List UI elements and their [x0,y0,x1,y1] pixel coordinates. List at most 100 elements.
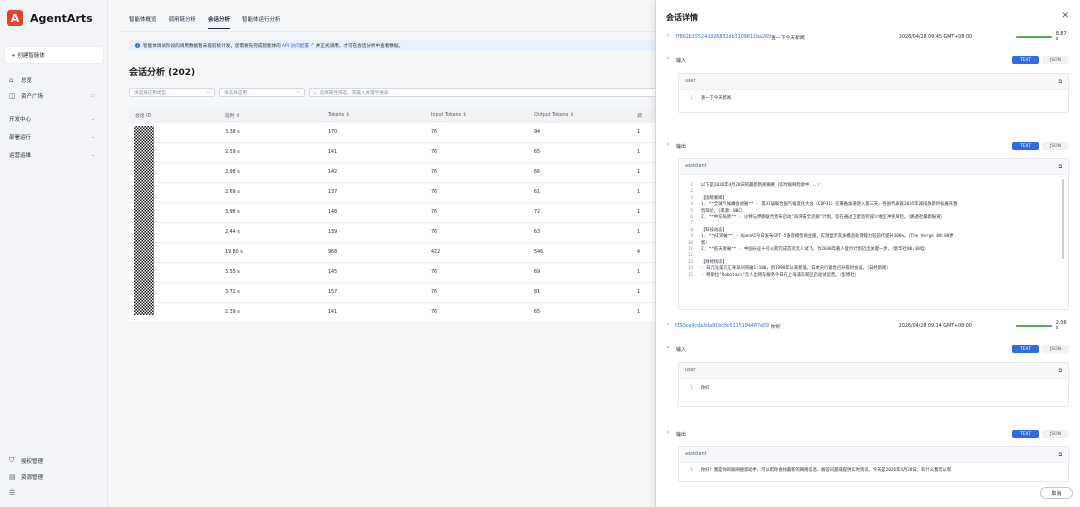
text-view-button[interactable]: TEXT [1012,142,1039,150]
table-cell: 2.44 s [225,230,240,235]
search-input[interactable]: ⌕ 选择属性筛选，或输入关键字搜索 [309,88,659,97]
json-view-button[interactable]: JSON [1042,430,1069,438]
tab-runtime-analysis[interactable]: 智能体运行分析 [242,15,281,29]
column-header-tokens[interactable]: Tokens ⇕ [324,113,427,118]
tab-overview[interactable]: 智能体概览 [129,15,157,29]
chevron-down-icon: ⌄ [206,90,210,95]
api-config-link[interactable]: API 访问配置 [282,43,309,49]
trace-id[interactable]: f393ca9cda3da91bc8c0115184487a59 [675,324,771,329]
text-view-button[interactable]: TEXT [1012,430,1039,438]
sidebar-item-deploy[interactable]: 部署运行 ⌄ [0,130,108,144]
chevron-up-icon: ⌃ [666,346,671,352]
create-agent-button[interactable]: + 创建智能体 [5,47,103,63]
divider [120,31,660,32]
table-cell: 141 [328,150,338,155]
app-type-select[interactable]: 请选择应用类型 ⌄ [129,88,215,97]
table-cell: 66 [534,170,541,175]
sidebar-item-asset-square[interactable]: ◫ 资产广场 ▭ [0,89,108,103]
output-section-header[interactable]: ⌃ 输出 TEXT JSON [666,140,1069,152]
trace-row[interactable]: ⌃ 7f862b155242326832db3109811ba269 查一下今天… [666,30,1069,44]
trace-id[interactable]: 7f862b155242326832db3109811ba269 [675,35,771,40]
notice-text: 智能体调试阶段的调用数据暂未提前统计发，您需要先完成智能体的 [143,43,281,49]
masked-session-ids [134,126,154,315]
input-section-header[interactable]: ⌃ 输入 TEXT JSON [666,343,1069,355]
table-cell: 76 [431,210,438,215]
sidebar-item-overview[interactable]: ⌂ 总览 [0,73,108,87]
sidebar-item-dev-center[interactable]: 开发中心 ⌄ [0,112,108,126]
copy-icon[interactable]: ⧉ [1059,452,1062,458]
grid-icon: ◫ [9,92,16,100]
table-row[interactable]: 3.96 s 148 76 72 1 [129,203,660,223]
cancel-button[interactable]: 取消 [1040,487,1073,499]
close-icon[interactable]: ✕ [1061,11,1069,21]
copy-icon[interactable]: ⧉ [1059,79,1062,85]
role-label: assistant [685,452,707,457]
input-section-header[interactable]: ⌃ 输入 TEXT JSON [666,54,1069,66]
table-row[interactable]: 3.55 s 145 76 69 1 [129,263,660,283]
role-label: assistant [685,164,707,169]
sidebar-item-resource[interactable]: ▤ 资源管理 [9,473,43,481]
copy-icon[interactable]: ⧉ [1059,368,1062,374]
tab-trace-analysis[interactable]: 调用链分析 [169,15,197,29]
table-cell: 76 [431,270,438,275]
notice-text: 并正式调用，才可在会话分析中查看数据。 [315,43,404,49]
column-header-output-tokens[interactable]: Output Tokens ⇕ [530,113,633,118]
table-cell: 63 [534,230,541,235]
output-section-header[interactable]: ⌃ 输出 TEXT JSON [666,428,1069,440]
trace-row[interactable]: ⌃ f393ca9cda3da91bc8c0115184487a59 你好 20… [666,319,1069,333]
table-row[interactable]: 2.44 s 139 76 63 1 [129,223,660,243]
column-header-latency[interactable]: 延时 ⇕ [221,112,324,119]
logo-icon: A [7,10,23,26]
table-cell: 81 [534,290,541,295]
app-select[interactable]: 请选择应用 ⌄ [219,88,305,97]
table-cell: 142 [328,170,338,175]
tab-session-analysis[interactable]: 会话分析 [208,15,231,29]
storage-icon: ▤ [9,473,16,481]
code-header: user ⧉ [679,74,1068,90]
table-cell: 76 [431,230,438,235]
monitor-icon: ▭ [90,93,95,99]
table-cell: 3.96 s [225,210,240,215]
collapse-menu-button[interactable]: ☰ [9,489,21,497]
chevron-up-icon: ⌃ [666,431,671,437]
output-code-box: assistant ⧉ 1 你好！我是你的联网搜索助手，可以帮你查找最新的网络信息… [678,446,1069,482]
sidebar-item-ops[interactable]: 运营运维 ⌄ [0,148,108,162]
table-cell: 76 [431,190,438,195]
table-row[interactable]: 3.38 s 170 76 94 1 [129,123,660,143]
trace-duration: 2.06 s [1055,321,1067,331]
table-cell: 137 [328,190,338,195]
drawer-title: 会话详情 [666,13,698,22]
scrollbar[interactable] [1062,179,1064,259]
table-row[interactable]: 2.59 s 141 76 65 1 [129,143,660,163]
table-row[interactable]: 2.69 s 137 76 61 1 [129,183,660,203]
filter-bar: 请选择应用类型 ⌄ 请选择应用 ⌄ ⌕ 选择属性筛选，或输入关键字搜索 [129,88,663,97]
table-cell: 76 [431,150,438,155]
table-row[interactable]: 3.72 s 157 76 81 1 [129,283,660,303]
select-placeholder: 请选择应用 [224,90,247,96]
table-cell: 19.80 s [225,250,243,255]
json-view-button[interactable]: JSON [1042,345,1069,353]
column-header-input-tokens[interactable]: Input Tokens ⇕ [427,113,530,118]
chevron-down-icon: ⌄ [90,134,95,140]
info-icon: i [135,43,140,48]
table-cell: 65 [534,310,541,315]
sidebar-item-auth[interactable]: ⛉ 授权管理 [9,456,43,465]
code-header: user ⧉ [679,363,1068,379]
copy-icon[interactable]: ⧉ [1059,164,1062,170]
table-cell: 2.98 s [225,170,240,175]
table-row[interactable]: 19.80 s 968 422 546 4 [129,243,660,263]
table-cell: 546 [534,250,544,255]
code-line: 1 你好 [690,386,710,391]
table-cell: 145 [328,270,338,275]
table-cell: 61 [534,190,541,195]
text-view-button[interactable]: TEXT [1012,345,1039,353]
table-row[interactable]: 2.98 s 142 76 66 1 [129,163,660,183]
code-line: 15- 特斯拉"Robotaxi"无人出租车服务今日在上海浦东新区启动试运营。（… [687,272,859,278]
logo[interactable]: A AgentArts [7,10,93,26]
role-label: user [685,368,696,373]
input-code-box: user ⧉ 1 你好 [678,362,1069,407]
json-view-button[interactable]: JSON [1042,142,1069,150]
table-row[interactable]: 2.39 s 141 76 65 1 [129,303,660,323]
json-view-button[interactable]: JSON [1042,56,1069,64]
text-view-button[interactable]: TEXT [1012,56,1039,64]
